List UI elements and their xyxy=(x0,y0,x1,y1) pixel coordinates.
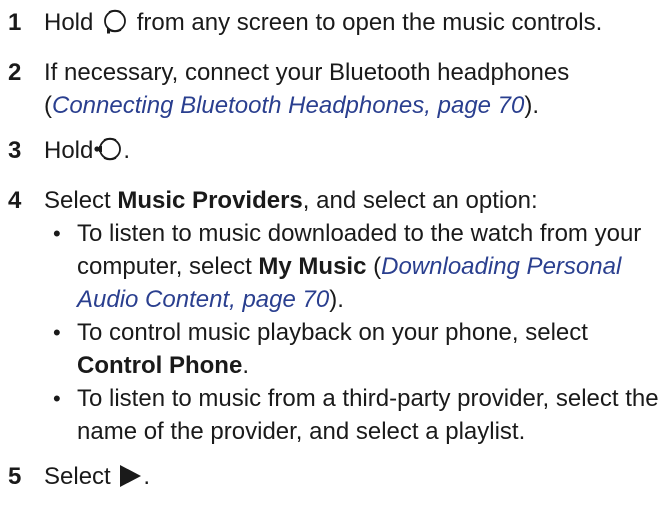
step-text: ). xyxy=(524,92,540,119)
step-number: 2 xyxy=(8,59,22,86)
watch-button-icon xyxy=(100,7,130,44)
ui-term: Control Phone xyxy=(77,352,243,379)
option-item: • To listen to music downloaded to the w… xyxy=(44,217,667,316)
step-text: Hold xyxy=(44,137,94,164)
cross-reference-link[interactable]: Connecting Bluetooth Headphones, page 70 xyxy=(52,92,524,119)
option-text: ( xyxy=(366,253,382,280)
step-3: 3 Hold . xyxy=(0,134,667,172)
option-item: • To listen to music from a third-party … xyxy=(44,382,667,448)
step-number: 5 xyxy=(8,463,22,490)
instruction-page: 1 Hold from any screen to open the music… xyxy=(0,0,667,519)
step-2: 2 If necessary, connect your Bluetooth h… xyxy=(0,56,667,122)
step-text: Select xyxy=(44,463,111,490)
step-5: 5 Select . xyxy=(0,460,667,498)
ui-term: Music Providers xyxy=(117,187,303,214)
step-number: 4 xyxy=(8,187,22,214)
step-text: . xyxy=(123,137,131,164)
play-icon xyxy=(117,463,143,498)
step-text: from any screen to open the music contro… xyxy=(136,9,603,36)
step-text: . xyxy=(143,463,151,490)
option-item: • To control music playback on your phon… xyxy=(44,316,667,382)
bullet-icon: • xyxy=(53,320,61,345)
option-text: ). xyxy=(329,286,344,313)
menu-button-icon xyxy=(93,135,123,172)
option-text: To control music playback on your phone,… xyxy=(77,319,588,346)
step-text: Select xyxy=(44,187,111,214)
ui-term: My Music xyxy=(258,253,367,280)
step-1: 1 Hold from any screen to open the music… xyxy=(0,6,667,44)
step-4: 4 Select Music Providers, and select an … xyxy=(0,184,667,448)
bullet-icon: • xyxy=(53,221,61,246)
step-text: Hold xyxy=(44,9,94,36)
step-text: , and select an option: xyxy=(302,187,538,214)
option-text: . xyxy=(242,352,249,379)
step-number: 3 xyxy=(8,137,22,164)
option-text: To listen to music from a third-party pr… xyxy=(77,385,659,445)
option-list: • To listen to music downloaded to the w… xyxy=(44,217,667,448)
steps-list: 1 Hold from any screen to open the music… xyxy=(0,0,667,498)
bullet-icon: • xyxy=(53,386,61,411)
step-number: 1 xyxy=(8,9,22,36)
